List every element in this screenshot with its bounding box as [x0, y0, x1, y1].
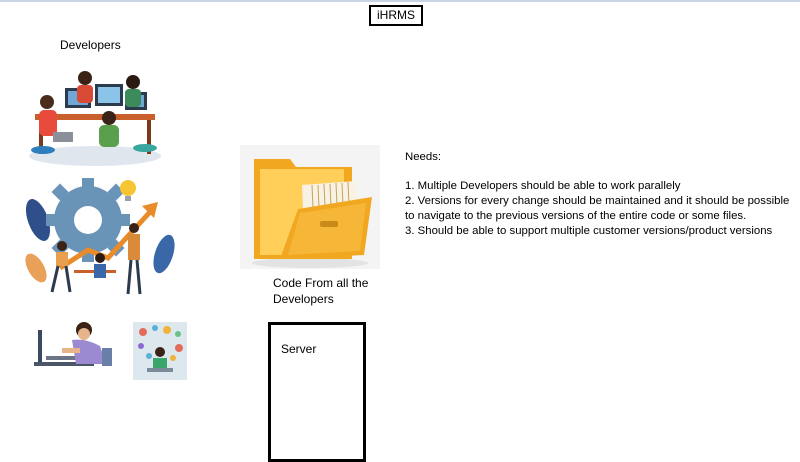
teamwork-gear-image	[24, 172, 176, 300]
server-box: Server	[268, 322, 366, 462]
needs-heading: Needs:	[405, 151, 442, 163]
needs-item-3: 3. Should be able to support multiple cu…	[405, 225, 773, 237]
developers-team-image	[25, 52, 165, 168]
title-text: iHRMS	[377, 8, 415, 22]
needs-item-1: 1. Multiple Developers should be able to…	[405, 180, 681, 192]
needs-item-2: 2. Versions for every change should be m…	[405, 195, 790, 222]
developers-label: Developers	[60, 38, 121, 52]
top-border	[0, 0, 800, 2]
server-label: Server	[281, 342, 317, 356]
code-folder-image	[240, 145, 380, 269]
programmer-image	[32, 318, 116, 372]
needs-text-block: Needs: 1. Multiple Developers should be …	[405, 150, 797, 239]
tech-icons-image	[133, 322, 187, 380]
title-box: iHRMS	[369, 5, 423, 26]
code-label: Code From all the Developers	[273, 276, 369, 306]
